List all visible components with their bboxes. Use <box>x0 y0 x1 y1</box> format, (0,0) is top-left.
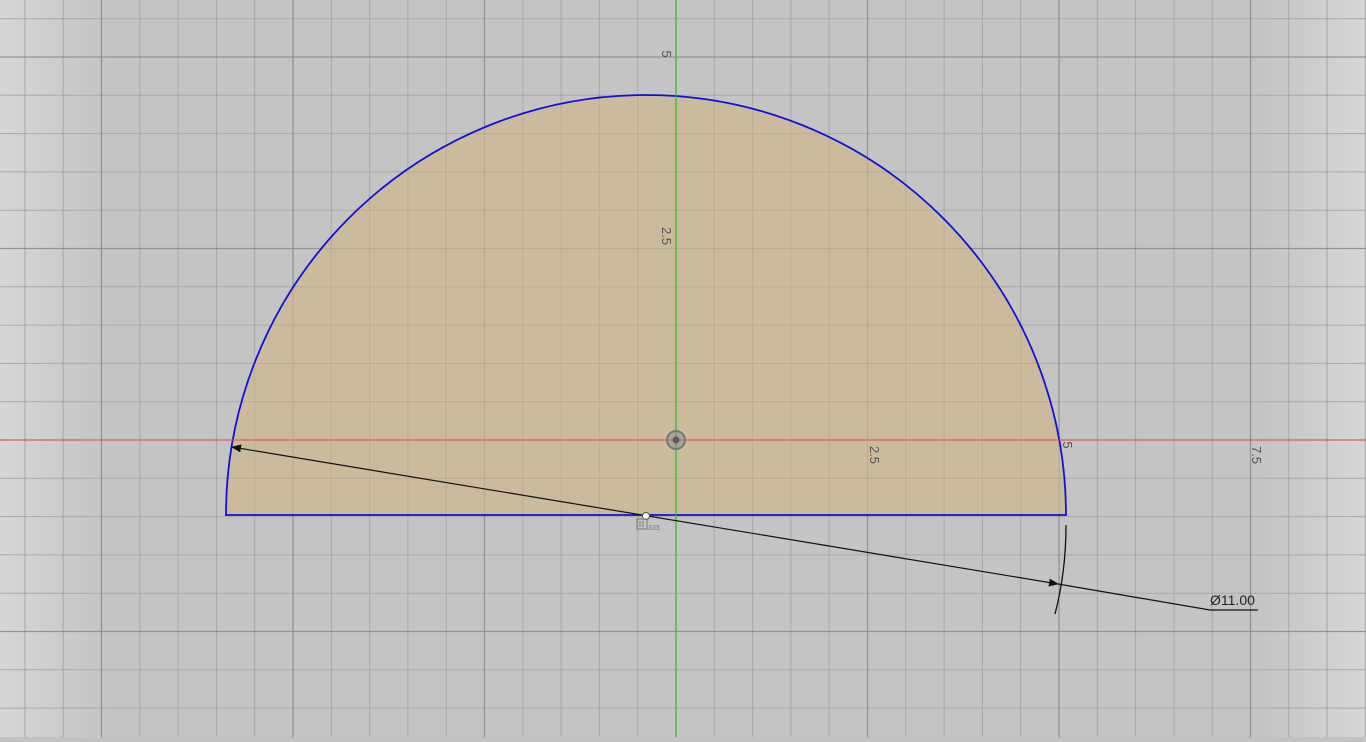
sketch-canvas[interactable]: 5 2.5 2.5 5 7.5 Ø11.00 333 <box>0 0 1366 737</box>
y-axis-label-2-5: 2.5 <box>659 227 674 245</box>
x-axis-label-2-5: 2.5 <box>867 446 882 464</box>
origin-point-icon[interactable] <box>666 430 686 450</box>
x-axis-label-5: 5 <box>1060 441 1075 448</box>
y-axis-label-5: 5 <box>659 50 674 57</box>
diameter-dimension-text[interactable]: Ø11.00 <box>1210 592 1255 608</box>
svg-text:333: 333 <box>648 525 660 532</box>
x-axis-label-7-5: 7.5 <box>1249 446 1264 464</box>
